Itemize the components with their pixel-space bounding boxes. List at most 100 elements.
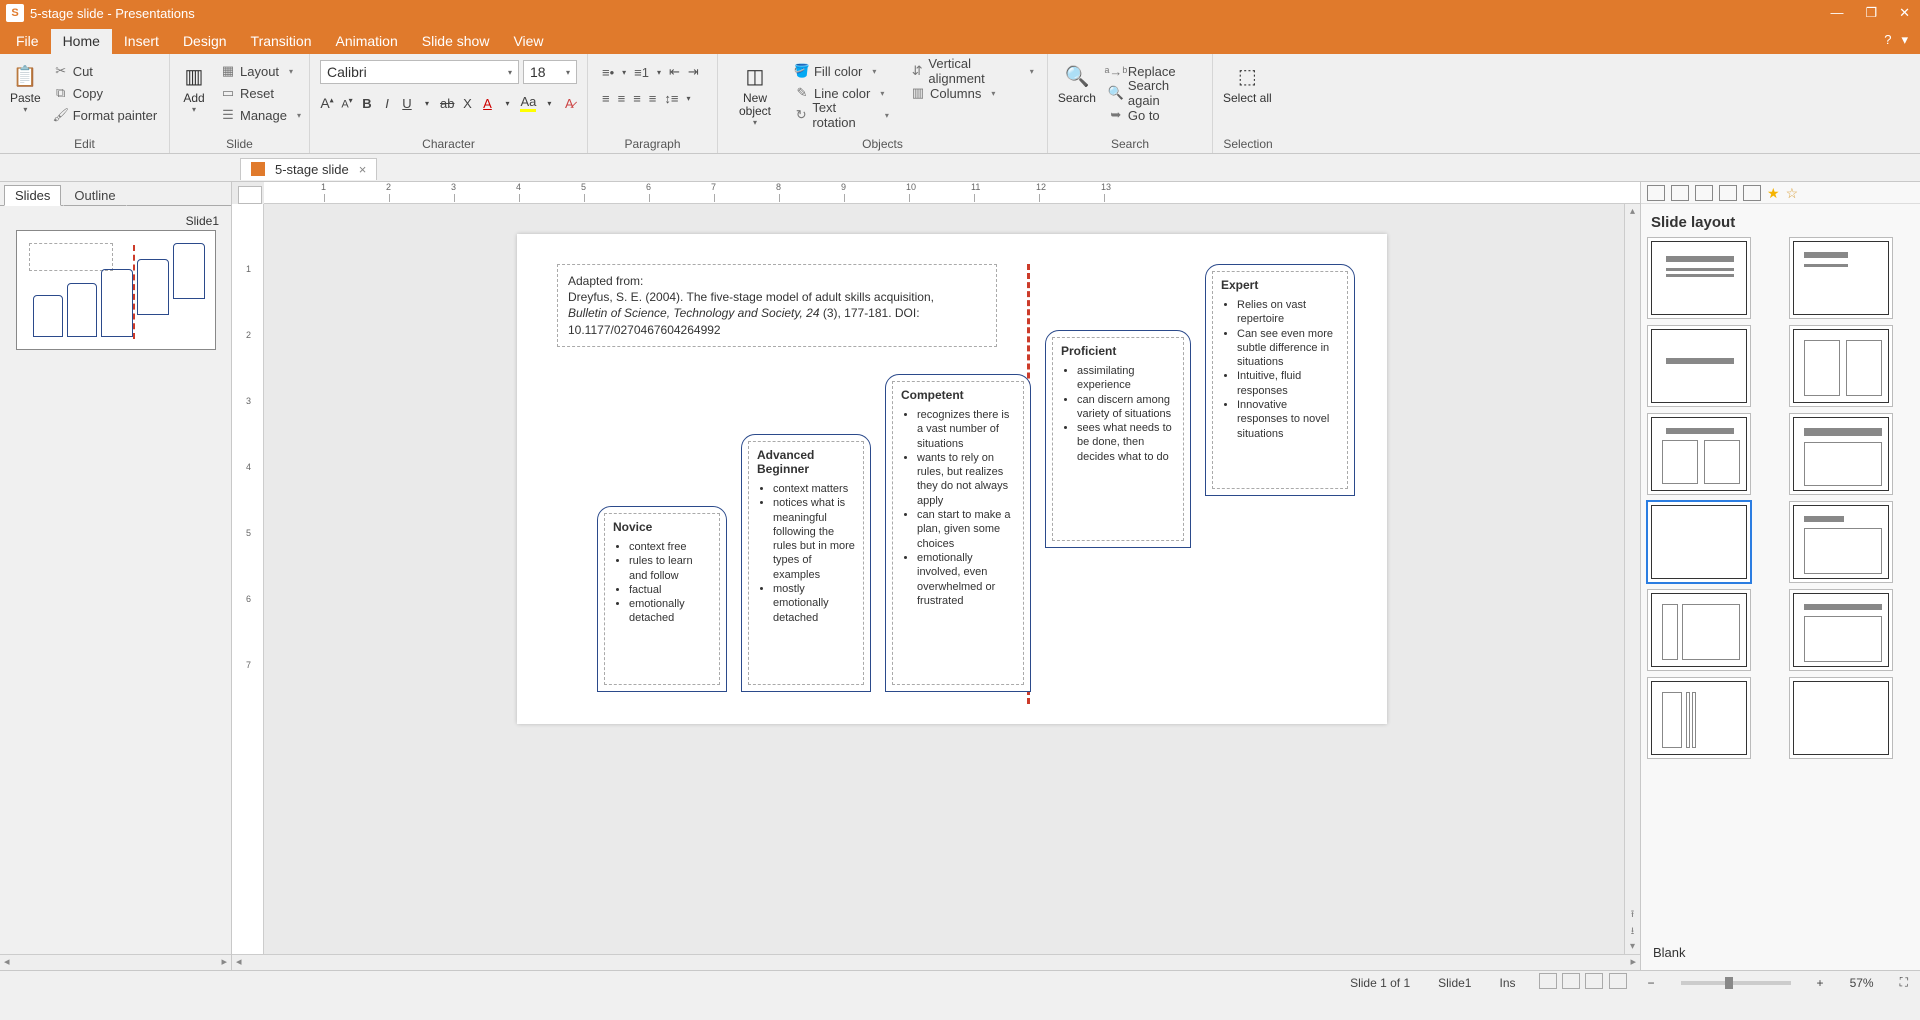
- minimize-button[interactable]: —: [1826, 5, 1847, 21]
- adapted-from-box[interactable]: Adapted from: Dreyfus, S. E. (2004). The…: [557, 264, 997, 347]
- layout-option-7[interactable]: [1793, 505, 1889, 579]
- layout-option-6[interactable]: [1651, 505, 1747, 579]
- layout-option-10[interactable]: [1651, 681, 1747, 755]
- layout-option-8[interactable]: [1651, 593, 1747, 667]
- horizontal-ruler[interactable]: 12345678910111213: [264, 182, 1640, 204]
- menu-dropdown-button[interactable]: ▾: [1901, 32, 1908, 48]
- view-normal-button[interactable]: [1539, 973, 1557, 989]
- menu-tab-slide-show[interactable]: Slide show: [410, 29, 502, 54]
- qat-save-icon[interactable]: 💾: [120, 160, 136, 176]
- stage-card-expert[interactable]: ExpertRelies on vast repertoireCan see e…: [1205, 264, 1355, 496]
- copy-button[interactable]: ⧉Copy: [49, 82, 162, 104]
- bullets-button[interactable]: ≡•: [602, 65, 614, 80]
- line-spacing-button[interactable]: ↕≡: [664, 91, 678, 106]
- cut-button[interactable]: ✂Cut: [49, 60, 162, 82]
- menu-tab-view[interactable]: View: [501, 29, 555, 54]
- outdent-button[interactable]: ⇤: [669, 64, 680, 80]
- qat-new-icon[interactable]: ▾: [53, 160, 60, 176]
- layout-option-1[interactable]: [1793, 241, 1889, 315]
- view-show-button[interactable]: [1609, 973, 1627, 989]
- zoom-in-button[interactable]: +: [1813, 976, 1828, 990]
- indent-button[interactable]: ⇥: [688, 64, 699, 80]
- bold-button[interactable]: B: [360, 96, 374, 111]
- layout-option-5[interactable]: [1793, 417, 1889, 491]
- layout-option-4[interactable]: [1651, 417, 1747, 491]
- chevron-down-icon[interactable]: ▾: [500, 99, 514, 108]
- fill-color-button[interactable]: 🪣Fill color▾: [790, 60, 898, 82]
- slide-canvas-area[interactable]: Adapted from: Dreyfus, S. E. (2004). The…: [264, 204, 1640, 954]
- layout-view-4-icon[interactable]: [1719, 185, 1737, 201]
- qat-menu-icon[interactable]: ≡: [6, 160, 14, 175]
- qat-undo-icon[interactable]: ↶: [153, 160, 164, 176]
- chevron-down-icon[interactable]: ▾: [542, 99, 556, 108]
- stage-card-novice[interactable]: Novicecontext freerules to learn and fol…: [597, 506, 727, 692]
- qat-dd-icon[interactable]: ▾: [170, 163, 174, 172]
- font-size-combo[interactable]: 18▾: [523, 60, 577, 84]
- highlight-button[interactable]: Aa: [520, 94, 536, 112]
- clear-format-button[interactable]: A̷: [562, 96, 576, 111]
- menu-tab-home[interactable]: Home: [51, 29, 112, 54]
- menu-tab-design[interactable]: Design: [171, 29, 239, 54]
- slide-thumbnail[interactable]: [16, 230, 216, 350]
- chevron-down-icon[interactable]: ▾: [686, 94, 690, 103]
- menu-tab-transition[interactable]: Transition: [239, 29, 324, 54]
- search-button[interactable]: 🔍 Search: [1052, 60, 1102, 107]
- zoom-out-button[interactable]: −: [1644, 976, 1659, 990]
- layout-view-2-icon[interactable]: [1671, 185, 1689, 201]
- star-filled-icon[interactable]: ★: [1767, 185, 1780, 201]
- maximize-button[interactable]: ❐: [1861, 5, 1881, 21]
- numbering-button[interactable]: ≡1: [634, 65, 649, 80]
- stage-card-advanced-beginner[interactable]: Advanced Beginnercontext mattersnotices …: [741, 434, 871, 692]
- paste-button[interactable]: 📋 Paste ▾: [4, 60, 47, 116]
- zoom-fit-button[interactable]: ⛶: [1896, 975, 1912, 990]
- layout-option-0[interactable]: [1651, 241, 1747, 315]
- qat-pin-icon[interactable]: 📌: [20, 160, 36, 176]
- slide-manage-button[interactable]: ☰Manage▾: [216, 104, 311, 126]
- view-sorter-button[interactable]: [1562, 973, 1580, 989]
- editor-horizontal-scrollbar[interactable]: ◂▸: [232, 954, 1640, 970]
- select-all-button[interactable]: ⬚ Select all: [1217, 60, 1278, 107]
- zoom-slider[interactable]: [1681, 981, 1791, 985]
- stage-card-proficient[interactable]: Proficientassimilating experiencecan dis…: [1045, 330, 1191, 548]
- columns-button[interactable]: ▥Columns▾: [906, 82, 1043, 104]
- format-painter-button[interactable]: 🖌Format painter: [49, 104, 162, 126]
- qat-dd-icon[interactable]: ▾: [99, 163, 103, 172]
- underline-button[interactable]: U: [400, 96, 414, 111]
- font-family-combo[interactable]: Calibri▾: [320, 60, 519, 84]
- layout-option-11[interactable]: [1793, 681, 1889, 755]
- layout-option-9[interactable]: [1793, 593, 1889, 667]
- slides-panel-scrollbar[interactable]: ◂▸: [0, 954, 231, 970]
- qat-dd-icon[interactable]: ▾: [197, 163, 201, 172]
- vertical-ruler[interactable]: 1234567: [232, 204, 264, 954]
- status-zoom-value[interactable]: 57%: [1844, 976, 1880, 990]
- close-tab-button[interactable]: ×: [359, 162, 367, 177]
- chevron-down-icon[interactable]: ▾: [420, 99, 434, 108]
- align-left-button[interactable]: ≡: [602, 91, 610, 106]
- layout-view-3-icon[interactable]: [1695, 185, 1713, 201]
- align-right-button[interactable]: ≡: [633, 91, 641, 106]
- strike-button[interactable]: ab: [440, 96, 454, 111]
- document-tab[interactable]: 5-stage slide ×: [240, 158, 377, 180]
- shrink-font-button[interactable]: A▾: [340, 96, 354, 111]
- chevron-down-icon[interactable]: ▾: [657, 68, 661, 77]
- menu-tab-insert[interactable]: Insert: [112, 29, 171, 54]
- new-object-button[interactable]: ◫ New object ▾: [722, 60, 788, 129]
- text-rotation-button[interactable]: ↻Text rotation▾: [790, 104, 898, 126]
- align-justify-button[interactable]: ≡: [649, 91, 657, 106]
- stage-card-competent[interactable]: Competentrecognizes there is a vast numb…: [885, 374, 1031, 692]
- star-outline-icon[interactable]: ☆: [1786, 185, 1799, 201]
- search-again-button[interactable]: 🔍Search again: [1104, 82, 1208, 104]
- menu-tab-file[interactable]: File: [4, 29, 51, 54]
- chevron-down-icon[interactable]: ▾: [622, 68, 626, 77]
- layout-option-2[interactable]: [1651, 329, 1747, 403]
- italic-button[interactable]: I: [380, 96, 394, 111]
- prev-slide-icon[interactable]: ⭱: [1631, 907, 1635, 924]
- vertical-alignment-button[interactable]: ⇵Vertical alignment▾: [906, 60, 1043, 82]
- goto-button[interactable]: ➥Go to: [1104, 104, 1208, 126]
- align-center-button[interactable]: ≡: [618, 91, 626, 106]
- next-slide-icon[interactable]: ⭳: [1631, 924, 1635, 941]
- superscript-button[interactable]: X: [460, 96, 474, 111]
- slides-panel-tab-outline[interactable]: Outline: [63, 185, 126, 206]
- layout-view-5-icon[interactable]: [1743, 185, 1761, 201]
- add-slide-button[interactable]: ▥ Add ▾: [174, 60, 214, 116]
